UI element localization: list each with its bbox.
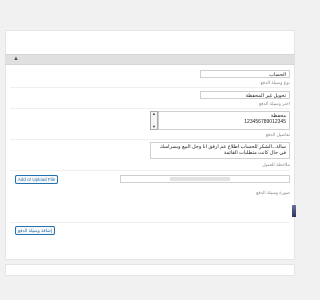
account-label-text: الحساب [269, 72, 286, 78]
divider [10, 139, 290, 140]
scroll-up-icon[interactable]: ▲ [151, 112, 157, 116]
divider [10, 108, 290, 109]
panel-header[interactable]: ▲ [5, 54, 295, 65]
bottom-panel [5, 264, 295, 276]
wallet-details-textarea[interactable]: محفظة 123456789012345 [158, 111, 290, 130]
payment-method-input[interactable]: تحويل غير المحفظة [200, 91, 290, 99]
account-type-hint: نوع وسيلة الدفع [260, 80, 291, 85]
file-url-value [170, 177, 230, 181]
wallet-hint: تفاصيل الدفع [265, 132, 290, 137]
add-payment-method-button[interactable]: إضافة وسيلة الدفع [15, 226, 55, 235]
triangle-up-icon[interactable]: ▲ [13, 54, 19, 65]
wallet-line-2: 123456789012345 [244, 119, 286, 125]
description-text: سالة...الشكر للحساب اطلاع عم ارفق انا وج… [159, 144, 286, 156]
upload-file-button[interactable]: Add or Upload File [15, 175, 58, 184]
payment-image-thumbnail [292, 205, 296, 217]
scroll-down-icon[interactable]: ▼ [151, 125, 157, 129]
description-textarea[interactable]: سالة...الشكر للحساب اطلاع عم ارفق انا وج… [150, 142, 290, 159]
divider [10, 170, 290, 171]
divider [10, 87, 290, 88]
account-label-input[interactable]: الحساب [200, 70, 290, 78]
divider [10, 222, 290, 223]
page: ▲ الحساب نوع وسيلة الدفع تحويل غير المحف… [0, 0, 300, 300]
top-strip [5, 0, 295, 24]
payment-method-value: تحويل غير المحفظة [245, 93, 286, 99]
textarea-scrollbar[interactable]: ▲ ▼ [150, 111, 158, 130]
payment-method-hint: اختر وسيلة الدفع [258, 101, 290, 106]
description-hint: ملاحظة للعميل [262, 162, 290, 167]
file-hint: صورة وسيلة الدفع [256, 190, 290, 195]
